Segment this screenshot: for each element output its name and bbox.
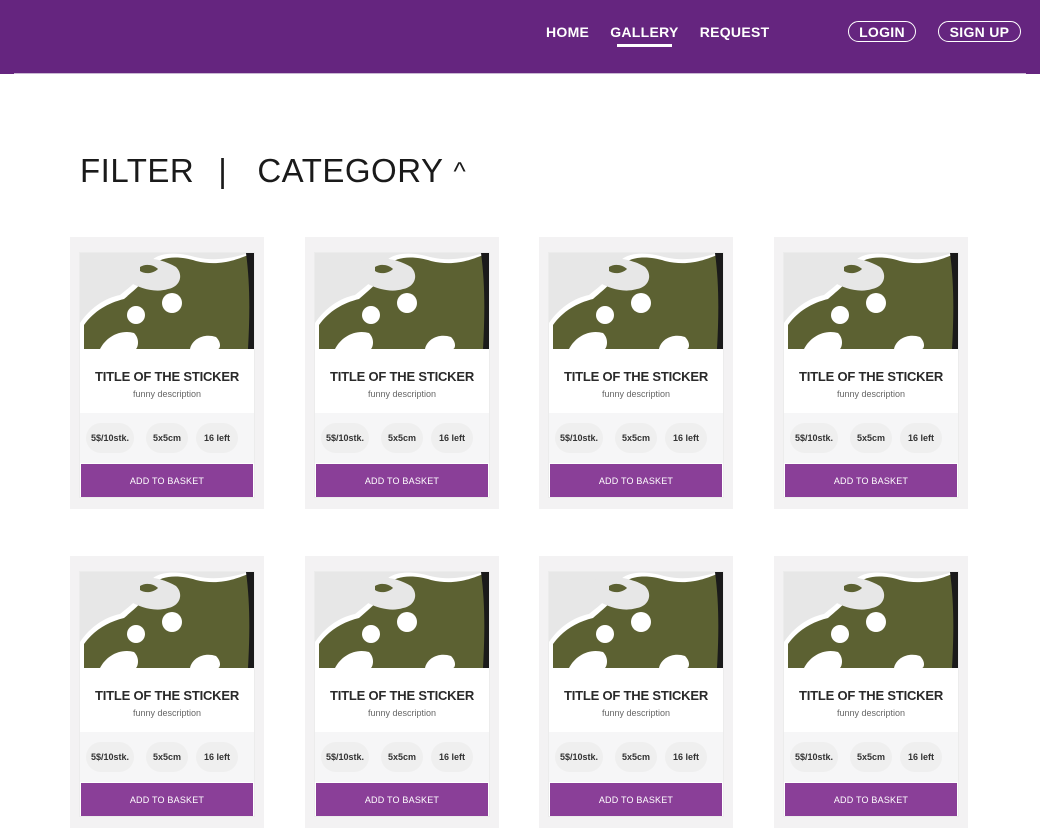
sticker-title: TITLE OF THE STICKER bbox=[329, 688, 475, 703]
sticker-card: TITLE OF THE STICKER funny description 5… bbox=[70, 556, 264, 828]
main-nav: HOME GALLERY REQUEST bbox=[546, 24, 770, 47]
stock-badge: 16 left bbox=[196, 423, 238, 453]
sticker-description: funny description bbox=[601, 708, 671, 718]
sticker-stats: 5$/10stk. 5x5cm 16 left bbox=[315, 413, 489, 463]
sticker-card-body: TITLE OF THE STICKER funny description 5… bbox=[315, 572, 489, 816]
add-to-basket-button[interactable]: ADD TO BASKET bbox=[550, 464, 722, 497]
sticker-stats: 5$/10stk. 5x5cm 16 left bbox=[549, 413, 723, 463]
stock-badge: 16 left bbox=[900, 423, 942, 453]
panda-sticker-image[interactable] bbox=[549, 572, 723, 668]
price-badge: 5$/10stk. bbox=[321, 423, 369, 453]
stock-badge: 16 left bbox=[900, 742, 942, 772]
sticker-title: TITLE OF THE STICKER bbox=[563, 369, 709, 384]
sticker-description: funny description bbox=[132, 389, 202, 399]
sticker-stats: 5$/10stk. 5x5cm 16 left bbox=[315, 732, 489, 782]
sticker-card-body: TITLE OF THE STICKER funny description 5… bbox=[549, 253, 723, 497]
sticker-card: TITLE OF THE STICKER funny description 5… bbox=[539, 237, 733, 509]
size-badge: 5x5cm bbox=[146, 742, 188, 772]
add-to-basket-button[interactable]: ADD TO BASKET bbox=[785, 464, 957, 497]
sticker-card-body: TITLE OF THE STICKER funny description 5… bbox=[549, 572, 723, 816]
sticker-description: funny description bbox=[367, 708, 437, 718]
top-navigation-bar: HOME GALLERY REQUEST LOGIN SIGN UP bbox=[0, 0, 1040, 74]
sticker-card-body: TITLE OF THE STICKER funny description 5… bbox=[784, 572, 958, 816]
filter-separator: | bbox=[218, 152, 228, 189]
sticker-card-body: TITLE OF THE STICKER funny description 5… bbox=[784, 253, 958, 497]
price-badge: 5$/10stk. bbox=[790, 742, 838, 772]
nav-gallery-link[interactable]: GALLERY bbox=[610, 24, 678, 47]
sign-up-button[interactable]: SIGN UP bbox=[938, 21, 1021, 42]
sticker-description: funny description bbox=[836, 389, 906, 399]
filter-button[interactable]: FILTER bbox=[80, 152, 194, 190]
filter-bar: FILTER | CATEGORY ^ bbox=[80, 152, 466, 190]
size-badge: 5x5cm bbox=[381, 423, 423, 453]
panda-sticker-image[interactable] bbox=[315, 253, 489, 349]
price-badge: 5$/10stk. bbox=[86, 423, 134, 453]
add-to-basket-button[interactable]: ADD TO BASKET bbox=[81, 464, 253, 497]
add-to-basket-button[interactable]: ADD TO BASKET bbox=[785, 783, 957, 816]
size-badge: 5x5cm bbox=[850, 742, 892, 772]
sticker-stats: 5$/10stk. 5x5cm 16 left bbox=[80, 413, 254, 463]
sticker-stats: 5$/10stk. 5x5cm 16 left bbox=[784, 413, 958, 463]
price-badge: 5$/10stk. bbox=[555, 742, 603, 772]
add-to-basket-button[interactable]: ADD TO BASKET bbox=[316, 464, 488, 497]
sticker-title: TITLE OF THE STICKER bbox=[94, 688, 240, 703]
stock-badge: 16 left bbox=[665, 423, 707, 453]
sticker-card: TITLE OF THE STICKER funny description 5… bbox=[774, 556, 968, 828]
sticker-description: funny description bbox=[836, 708, 906, 718]
panda-sticker-image[interactable] bbox=[80, 572, 254, 668]
caret-up-icon[interactable]: ^ bbox=[453, 156, 466, 187]
nav-home-link[interactable]: HOME bbox=[546, 24, 589, 40]
price-badge: 5$/10stk. bbox=[555, 423, 603, 453]
stock-badge: 16 left bbox=[431, 742, 473, 772]
sticker-card-body: TITLE OF THE STICKER funny description 5… bbox=[315, 253, 489, 497]
sticker-card: TITLE OF THE STICKER funny description 5… bbox=[70, 237, 264, 509]
stock-badge: 16 left bbox=[431, 423, 473, 453]
price-badge: 5$/10stk. bbox=[86, 742, 134, 772]
size-badge: 5x5cm bbox=[615, 423, 657, 453]
login-button[interactable]: LOGIN bbox=[848, 21, 916, 42]
sticker-stats: 5$/10stk. 5x5cm 16 left bbox=[80, 732, 254, 782]
price-badge: 5$/10stk. bbox=[790, 423, 838, 453]
sticker-card: TITLE OF THE STICKER funny description 5… bbox=[539, 556, 733, 828]
sticker-card: TITLE OF THE STICKER funny description 5… bbox=[774, 237, 968, 509]
add-to-basket-button[interactable]: ADD TO BASKET bbox=[81, 783, 253, 816]
sticker-title: TITLE OF THE STICKER bbox=[798, 369, 944, 384]
header-divider bbox=[14, 73, 1026, 74]
price-badge: 5$/10stk. bbox=[321, 742, 369, 772]
size-badge: 5x5cm bbox=[850, 423, 892, 453]
sticker-card-body: TITLE OF THE STICKER funny description 5… bbox=[80, 253, 254, 497]
panda-sticker-image[interactable] bbox=[549, 253, 723, 349]
stock-badge: 16 left bbox=[196, 742, 238, 772]
sticker-description: funny description bbox=[132, 708, 202, 718]
panda-sticker-image[interactable] bbox=[315, 572, 489, 668]
sticker-card-body: TITLE OF THE STICKER funny description 5… bbox=[80, 572, 254, 816]
category-dropdown[interactable]: CATEGORY bbox=[257, 152, 443, 190]
size-badge: 5x5cm bbox=[615, 742, 657, 772]
sticker-description: funny description bbox=[367, 389, 437, 399]
add-to-basket-button[interactable]: ADD TO BASKET bbox=[550, 783, 722, 816]
size-badge: 5x5cm bbox=[381, 742, 423, 772]
sticker-card: TITLE OF THE STICKER funny description 5… bbox=[305, 556, 499, 828]
sticker-title: TITLE OF THE STICKER bbox=[563, 688, 709, 703]
stock-badge: 16 left bbox=[665, 742, 707, 772]
add-to-basket-button[interactable]: ADD TO BASKET bbox=[316, 783, 488, 816]
panda-sticker-image[interactable] bbox=[784, 572, 958, 668]
sticker-stats: 5$/10stk. 5x5cm 16 left bbox=[784, 732, 958, 782]
sticker-description: funny description bbox=[601, 389, 671, 399]
nav-request-link[interactable]: REQUEST bbox=[700, 24, 770, 40]
sticker-title: TITLE OF THE STICKER bbox=[329, 369, 475, 384]
sticker-card: TITLE OF THE STICKER funny description 5… bbox=[305, 237, 499, 509]
panda-sticker-image[interactable] bbox=[784, 253, 958, 349]
sticker-stats: 5$/10stk. 5x5cm 16 left bbox=[549, 732, 723, 782]
panda-sticker-image[interactable] bbox=[80, 253, 254, 349]
sticker-title: TITLE OF THE STICKER bbox=[94, 369, 240, 384]
size-badge: 5x5cm bbox=[146, 423, 188, 453]
sticker-title: TITLE OF THE STICKER bbox=[798, 688, 944, 703]
